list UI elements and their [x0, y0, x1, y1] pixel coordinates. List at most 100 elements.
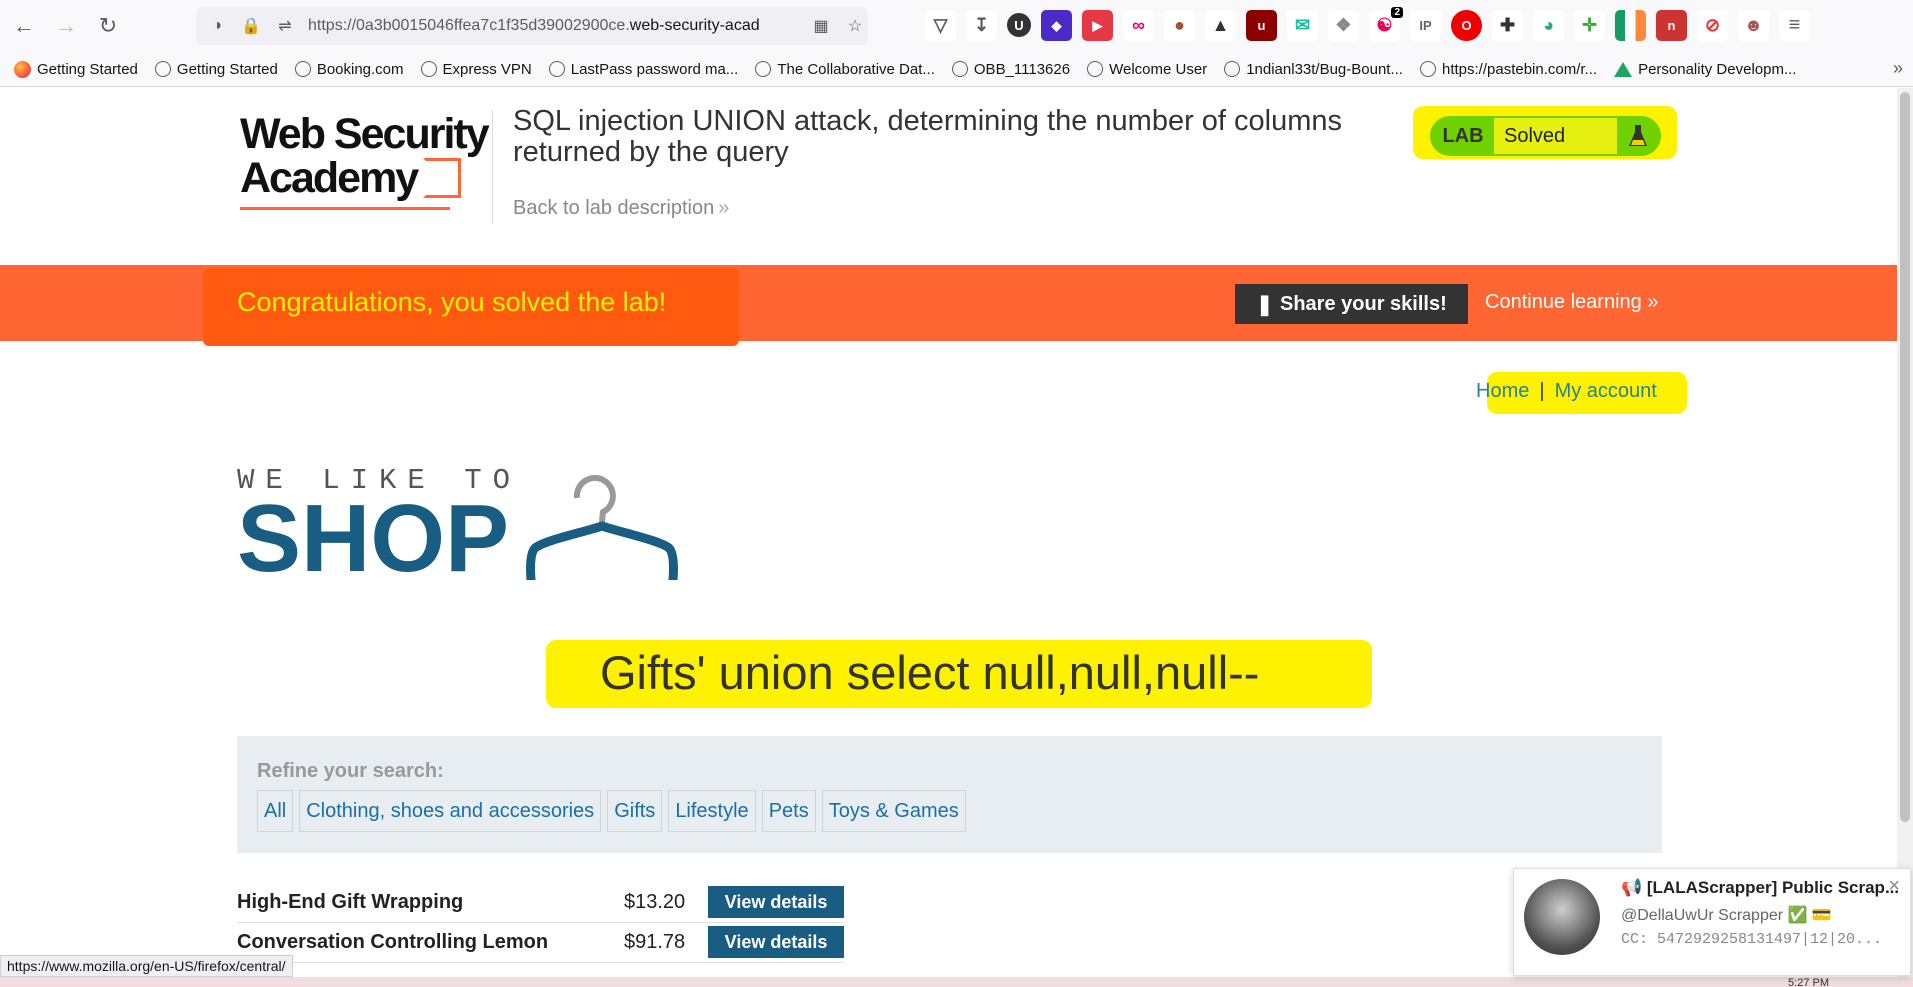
- download-icon[interactable]: ↧: [966, 10, 997, 41]
- globe-icon: [154, 61, 171, 77]
- block-icon[interactable]: ⊘: [1697, 10, 1728, 41]
- product-table: High-End Gift Wrapping $13.20 View detai…: [237, 883, 844, 963]
- link-icon[interactable]: ∞: [1123, 10, 1154, 41]
- lab-title: SQL injection UNION attack, determining …: [513, 105, 1343, 168]
- globe-icon: [1087, 61, 1104, 77]
- bookmark-item[interactable]: Booking.com: [294, 61, 404, 78]
- bookmark-item[interactable]: Getting Started: [154, 61, 278, 78]
- cookie-icon[interactable]: ●: [1164, 10, 1195, 41]
- lock-icon[interactable]: 🔒: [238, 13, 264, 39]
- bookmark-item[interactable]: Welcome User: [1087, 61, 1207, 78]
- globe-icon: [294, 61, 311, 77]
- category-filter-clothing[interactable]: Clothing, shoes and accessories: [299, 790, 602, 832]
- pocket-icon[interactable]: ▽: [925, 10, 956, 41]
- close-icon[interactable]: ×: [1888, 875, 1900, 898]
- flag-icon[interactable]: [1615, 10, 1646, 41]
- product-price: $91.78: [624, 931, 686, 953]
- bookmarks-bar: Getting Started Getting Started Booking.…: [0, 52, 1913, 87]
- lab-status-badge: LAB Solved: [1430, 116, 1661, 156]
- hackbar-icon[interactable]: n: [1656, 10, 1687, 41]
- view-details-button[interactable]: View details: [708, 886, 844, 918]
- layers-icon[interactable]: ◆: [1041, 10, 1072, 41]
- globe-extension-icon[interactable]: ◕: [1533, 10, 1564, 41]
- grid-icon[interactable]: ▦: [808, 13, 834, 39]
- product-name: Conversation Controlling Lemon: [237, 931, 549, 953]
- double-chevron-right-icon: »: [718, 197, 730, 219]
- menu-icon[interactable]: ≡: [1779, 10, 1810, 41]
- notification-body: CC: 5472929258131497|12|20...: [1621, 931, 1883, 948]
- wappalyzer-icon[interactable]: ☯ 2: [1369, 7, 1403, 41]
- opera-icon[interactable]: O: [1451, 10, 1482, 41]
- refine-search-panel: Refine your search: All Clothing, shoes …: [237, 736, 1662, 853]
- bookmark-item[interactable]: 1ndianl33t/Bug-Bount...: [1224, 61, 1403, 78]
- view-details-button[interactable]: View details: [708, 926, 844, 958]
- back-to-lab-description-link[interactable]: Back to lab description»: [513, 197, 729, 220]
- my-account-link[interactable]: My account: [1555, 380, 1657, 402]
- bookmark-item[interactable]: https://pastebin.com/r...: [1419, 61, 1597, 78]
- globe-icon: [755, 61, 772, 77]
- lab-tag: LAB: [1442, 124, 1484, 147]
- ublock-origin-icon[interactable]: u: [1246, 10, 1277, 41]
- notification-subtitle: @DellaUwUr Scrapper ✅ 💳: [1621, 907, 1832, 924]
- hanger-icon: [526, 474, 678, 580]
- page-scrollbar[interactable]: [1897, 88, 1913, 987]
- category-filter-all[interactable]: All: [257, 790, 294, 832]
- bookmark-star-icon[interactable]: ☆: [842, 13, 868, 39]
- video-icon[interactable]: ▶: [1082, 10, 1113, 41]
- ip-icon[interactable]: IP: [1410, 10, 1441, 41]
- product-name: High-End Gift Wrapping: [237, 891, 464, 913]
- category-filter-lifestyle[interactable]: Lifestyle: [668, 790, 756, 832]
- flask-icon: [1617, 118, 1659, 154]
- search-heading: Gifts' union select null,null,null--: [600, 646, 1260, 699]
- firefox-icon: [14, 60, 31, 78]
- google-drive-icon: [1614, 61, 1633, 77]
- avatar: [1524, 879, 1600, 955]
- home-link[interactable]: Home: [1476, 380, 1529, 402]
- congratulations-message: Congratulations, you solved the lab!: [237, 287, 667, 317]
- reload-icon[interactable]: ↻: [90, 8, 126, 44]
- web-security-academy-logo[interactable]: Web Security Academy: [240, 112, 490, 210]
- bookmark-item[interactable]: OBB_1113626: [951, 61, 1070, 78]
- continue-learning-link[interactable]: Continue learning »: [1485, 291, 1658, 314]
- bookmark-item[interactable]: Personality Developm...: [1614, 61, 1796, 78]
- taskbar-clock: 5:27 PM: [1788, 977, 1829, 987]
- share-skills-button[interactable]: ❚ Share your skills!: [1235, 284, 1468, 324]
- bookmark-item[interactable]: The Collaborative Dat...: [755, 61, 935, 78]
- mail-icon[interactable]: ✉: [1287, 10, 1318, 41]
- plus-icon[interactable]: ✛: [1574, 10, 1605, 41]
- apps-grid-icon[interactable]: ✚: [1492, 10, 1523, 41]
- telegram-notification[interactable]: 📢 [LALAScrapper] Public Scrap... @DellaU…: [1513, 868, 1911, 976]
- taskbar: [0, 977, 1913, 987]
- forward-arrow-icon[interactable]: →: [48, 8, 84, 44]
- category-filter-toys-games[interactable]: Toys & Games: [821, 790, 966, 832]
- category-filter-pets[interactable]: Pets: [761, 790, 816, 832]
- bookmark-item[interactable]: LastPass password ma...: [548, 61, 738, 78]
- lab-status-text: Solved: [1494, 118, 1617, 154]
- bookmark-item[interactable]: Getting Started: [14, 60, 138, 78]
- puzzle-icon[interactable]: ❖: [1328, 10, 1359, 41]
- scrollbar-thumb[interactable]: [1900, 92, 1910, 822]
- profile-icon[interactable]: ☻: [1738, 10, 1769, 41]
- permissions-icon[interactable]: ⇌: [272, 13, 298, 39]
- twitter-icon: ❚: [1256, 293, 1273, 316]
- address-bar[interactable]: ◑ 🔒 ⇌ https://0a3b0015046ffea7c1f35d3900…: [196, 7, 868, 45]
- back-arrow-icon[interactable]: ←: [6, 8, 42, 44]
- product-price: $13.20: [624, 891, 686, 913]
- double-chevron-right-icon: »: [1647, 291, 1659, 313]
- globe-icon: [420, 61, 437, 77]
- spy-icon[interactable]: ▲: [1205, 10, 1236, 41]
- ublock-u-icon[interactable]: U: [1007, 13, 1031, 37]
- header-divider: [492, 110, 493, 223]
- status-bar-url: https://www.mozilla.org/en-US/firefox/ce…: [0, 955, 293, 977]
- globe-icon: [1224, 61, 1241, 77]
- lightning-logo-icon: [423, 158, 462, 198]
- url-text[interactable]: https://0a3b0015046ffea7c1f35d39002900ce…: [308, 17, 800, 35]
- notification-title: 📢 [LALAScrapper] Public Scrap...: [1621, 878, 1900, 897]
- bookmarks-overflow-chevron-icon[interactable]: »: [1893, 58, 1903, 79]
- shop-logo: WE LIKE TO SHOP: [237, 464, 522, 592]
- shield-icon[interactable]: ◑: [204, 13, 230, 39]
- table-row: Conversation Controlling Lemon $91.78 Vi…: [237, 923, 844, 963]
- category-filter-gifts[interactable]: Gifts: [607, 790, 663, 832]
- globe-icon: [548, 61, 565, 77]
- bookmark-item[interactable]: Express VPN: [420, 61, 532, 78]
